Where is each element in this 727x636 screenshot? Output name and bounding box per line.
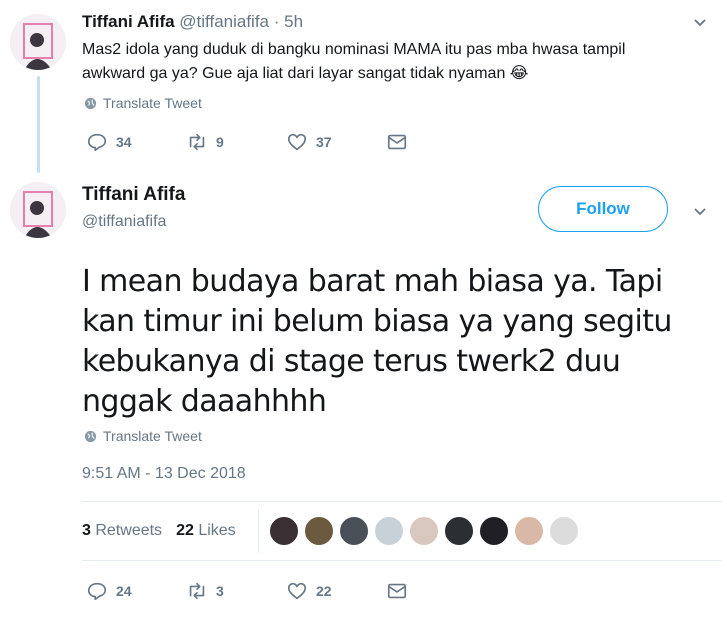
reply-button[interactable]: 34 (86, 131, 132, 153)
reply-count: 24 (116, 583, 132, 599)
liker-avatar[interactable] (478, 515, 510, 547)
reply-icon (87, 582, 107, 601)
like-button[interactable]: 22 (286, 580, 332, 602)
retweet-icon (189, 133, 205, 151)
like-button[interactable]: 37 (286, 131, 332, 153)
avatar[interactable] (10, 14, 66, 70)
reply-tweet-text: Mas2 idola yang duduk di bangku nominasi… (82, 41, 626, 82)
divider (82, 501, 722, 502)
chevron-down-icon[interactable] (693, 16, 707, 30)
liker-avatars (268, 515, 580, 547)
liker-avatar[interactable] (548, 515, 580, 547)
tweet-timestamp[interactable]: 9:51 AM - 13 Dec 2018 (82, 465, 246, 483)
translate-label: Translate Tweet (103, 428, 202, 444)
retweet-button[interactable]: 3 (186, 580, 224, 602)
tweet-text: I mean budaya barat mah biasa ya. Tapi k… (82, 264, 672, 419)
liker-avatar[interactable] (268, 515, 300, 547)
author-name[interactable]: Tiffani Afifa (82, 12, 175, 31)
like-count: 37 (316, 134, 332, 150)
envelope-icon (387, 134, 407, 150)
liker-avatar[interactable] (338, 515, 370, 547)
liker-avatar[interactable] (513, 515, 545, 547)
author-name[interactable]: Tiffani Afifa (82, 184, 185, 206)
liker-avatar[interactable] (408, 515, 440, 547)
liker-avatar[interactable] (303, 515, 335, 547)
retweet-icon (189, 582, 205, 600)
like-count: 22 (316, 583, 332, 599)
retweets-stat-count: 3 (82, 522, 91, 539)
retweets-stat[interactable]: 3 Retweets (82, 522, 162, 540)
thread-connector-line (37, 76, 40, 173)
direct-message-button[interactable] (386, 131, 408, 153)
author-handle[interactable]: @tiffaniafifa (179, 12, 269, 31)
heart-icon (287, 582, 307, 600)
retweet-count: 9 (216, 134, 224, 150)
likes-stat[interactable]: 22 Likes (176, 522, 236, 540)
tweet-stats: 3 Retweets 22 Likes (82, 522, 236, 540)
likes-stat-count: 22 (176, 522, 194, 539)
translate-tweet-link[interactable]: Translate Tweet (84, 95, 202, 111)
divider (82, 560, 722, 561)
follow-button[interactable]: Follow (538, 186, 668, 232)
reply-icon (87, 133, 107, 152)
retweets-stat-label: Retweets (95, 522, 163, 539)
retweet-button[interactable]: 9 (186, 131, 224, 153)
reply-count: 34 (116, 134, 132, 150)
liker-avatar[interactable] (443, 515, 475, 547)
direct-message-button[interactable] (386, 580, 408, 602)
liker-avatar[interactable] (373, 515, 405, 547)
globe-icon (84, 430, 97, 442)
stats-separator (258, 509, 259, 553)
tweet-time[interactable]: 5h (284, 12, 303, 31)
avatar[interactable] (10, 182, 66, 238)
reply-button[interactable]: 24 (86, 580, 132, 602)
translate-tweet-link[interactable]: Translate Tweet (84, 428, 202, 444)
reply-tweet-header: Tiffani Afifa @tiffaniafifa · 5h (82, 12, 303, 32)
author-handle[interactable]: @tiffaniafifa (82, 213, 166, 231)
likes-stat-label: Likes (198, 522, 236, 539)
meta-separator: · (273, 12, 280, 31)
retweet-count: 3 (216, 583, 224, 599)
envelope-icon (387, 583, 407, 599)
chevron-down-icon[interactable] (693, 205, 707, 219)
globe-icon (84, 97, 97, 109)
heart-icon (287, 133, 307, 151)
translate-label: Translate Tweet (103, 95, 202, 111)
